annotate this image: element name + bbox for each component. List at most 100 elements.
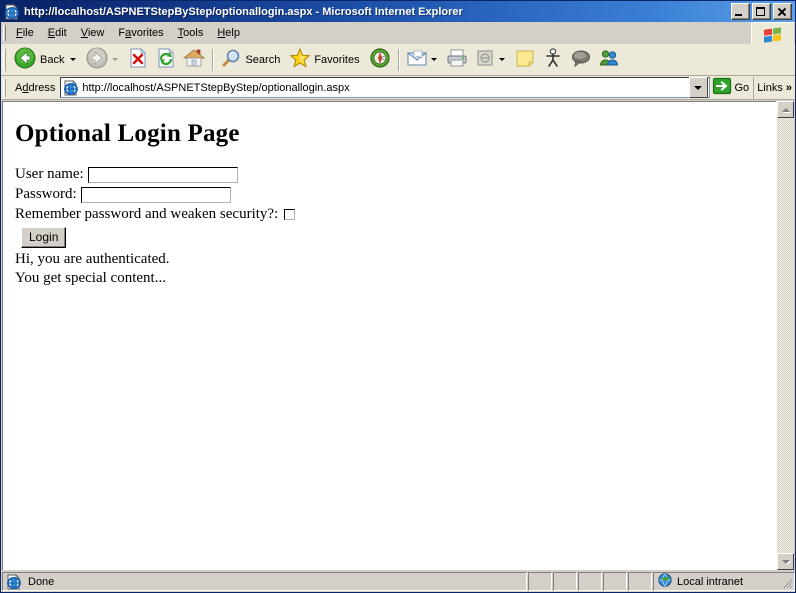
forward-dropdown-arrow <box>112 58 119 61</box>
edit-dropdown-arrow[interactable] <box>498 58 505 61</box>
menu-bar: File Edit View Favorites Tools Help <box>1 22 795 44</box>
windows-flag-logo[interactable] <box>751 22 794 44</box>
username-row: User name: <box>15 166 776 183</box>
mail-dropdown-arrow[interactable] <box>430 58 437 61</box>
links-label: Links <box>757 81 783 94</box>
status-pane-5 <box>628 572 652 591</box>
menu-item-file[interactable]: File <box>9 25 41 41</box>
status-text: Done <box>28 575 55 588</box>
address-label: Address <box>15 81 56 94</box>
browser-window: http://localhost/ASPNETStepByStep/option… <box>0 0 796 593</box>
login-row: Login <box>21 227 776 248</box>
remember-row: Remember password and weaken security?: <box>15 206 776 223</box>
ie-document-icon <box>6 573 22 590</box>
address-grip[interactable] <box>3 78 7 97</box>
print-button[interactable] <box>443 47 471 73</box>
back-label: Back <box>40 53 65 66</box>
links-button[interactable]: Links » <box>753 76 795 99</box>
scroll-up-button[interactable] <box>777 101 794 118</box>
go-button[interactable]: Go <box>710 76 754 99</box>
printer-icon <box>446 47 468 72</box>
mail-icon <box>406 47 428 72</box>
edit-page-icon <box>474 47 496 72</box>
status-pane-2 <box>553 572 577 591</box>
favorites-button[interactable]: Favorites <box>286 47 365 73</box>
vertical-scrollbar[interactable] <box>776 101 794 570</box>
media-button[interactable] <box>366 47 394 73</box>
security-zone-text: Local intranet <box>677 575 744 588</box>
auth-message-line-1: Hi, you are authenticated. <box>15 251 170 267</box>
resize-grip[interactable] <box>781 577 793 589</box>
document-frame: Optional Login Page User name: Password:… <box>2 101 776 570</box>
home-button[interactable] <box>180 47 208 73</box>
globe-icon <box>657 573 673 590</box>
ie-document-icon <box>63 79 79 96</box>
username-input[interactable] <box>87 166 238 183</box>
menu-item-edit[interactable]: Edit <box>41 25 74 41</box>
back-dropdown-arrow[interactable] <box>70 58 77 61</box>
notes-icon <box>514 47 536 72</box>
toolbar-separator-2 <box>397 48 399 71</box>
menu-grip[interactable] <box>3 24 7 41</box>
chevron-right-icon[interactable]: » <box>786 82 792 94</box>
menu-item-tools[interactable]: Tools <box>171 25 211 41</box>
people-button[interactable] <box>595 47 623 73</box>
main-toolbar: Back Search Favorites <box>1 44 795 76</box>
password-label: Password: <box>15 186 77 202</box>
close-button[interactable] <box>773 3 792 20</box>
web-page-document: Optional Login Page User name: Password:… <box>3 102 776 570</box>
password-input[interactable] <box>80 186 231 203</box>
maximize-button[interactable] <box>752 3 771 20</box>
search-button[interactable]: Search <box>217 47 286 73</box>
stop-button[interactable] <box>124 47 152 73</box>
refresh-button[interactable] <box>152 47 180 73</box>
toolbar-grip[interactable] <box>3 48 7 71</box>
discuss-bubble-icon <box>570 47 592 72</box>
window-title: http://localhost/ASPNETStepByStep/option… <box>24 5 463 18</box>
minimize-button[interactable] <box>731 3 750 20</box>
status-pane-3 <box>578 572 602 591</box>
window-controls <box>731 3 793 20</box>
username-label: User name: <box>15 166 84 182</box>
person-icon <box>542 47 564 72</box>
address-combo[interactable]: http://localhost/ASPNETStepByStep/option… <box>60 77 710 98</box>
login-button[interactable]: Login <box>21 227 67 248</box>
menu-item-favorites[interactable]: Favorites <box>111 25 170 41</box>
messenger-button[interactable] <box>539 47 567 73</box>
edit-button <box>471 47 511 73</box>
search-icon <box>220 47 242 72</box>
refresh-icon <box>155 47 177 72</box>
address-input[interactable]: http://localhost/ASPNETStepByStep/option… <box>82 82 688 94</box>
back-icon <box>13 46 37 73</box>
mail-button[interactable] <box>403 47 443 73</box>
forward-button <box>82 47 124 73</box>
forward-icon <box>85 46 109 73</box>
favorites-label: Favorites <box>314 53 360 66</box>
menu-item-help[interactable]: Help <box>210 25 247 41</box>
status-bar: Done Local intranet <box>1 570 795 592</box>
page-title: Optional Login Page <box>15 120 240 147</box>
auth-message-line-2: You get special content... <box>15 269 166 286</box>
ie-document-icon <box>4 3 20 20</box>
home-icon <box>183 47 206 72</box>
address-bar: Address http://localhost/ASPNETStepBySte… <box>1 76 795 100</box>
discuss-button[interactable] <box>567 47 595 73</box>
go-icon <box>712 76 732 99</box>
toolbar-separator <box>212 48 214 71</box>
remember-label: Remember password and weaken security?: <box>15 206 279 222</box>
remember-checkbox[interactable] <box>284 209 296 220</box>
security-zone-pane[interactable]: Local intranet <box>653 572 795 591</box>
content-area: Optional Login Page User name: Password:… <box>1 100 795 570</box>
notes-button[interactable] <box>511 47 539 73</box>
scroll-down-button[interactable] <box>777 553 794 570</box>
password-row: Password: <box>15 186 776 203</box>
address-dropdown-button[interactable] <box>688 77 708 98</box>
stop-icon <box>127 47 149 72</box>
media-compass-icon <box>369 47 391 72</box>
search-label: Search <box>245 53 281 66</box>
back-button[interactable]: Back <box>10 47 82 73</box>
status-pane-4 <box>603 572 627 591</box>
status-message-pane: Done <box>2 572 527 591</box>
menu-item-view[interactable]: View <box>74 25 112 41</box>
star-icon <box>289 47 311 72</box>
